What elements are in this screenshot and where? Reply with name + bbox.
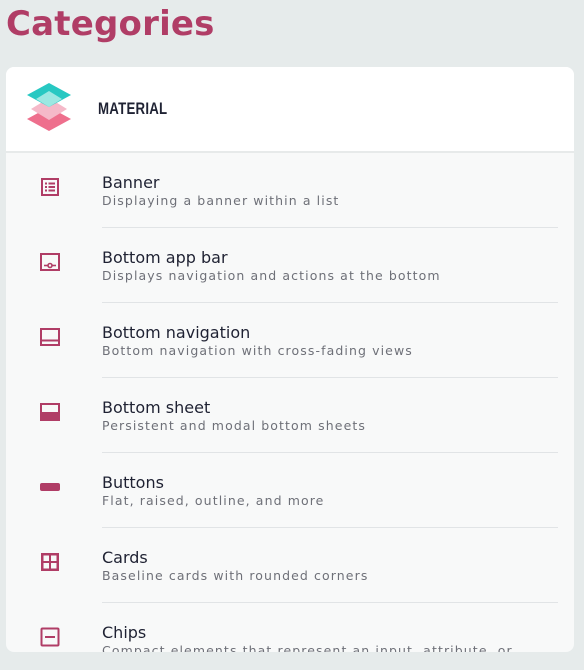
list-icon bbox=[41, 178, 59, 196]
page-title: Categories bbox=[6, 4, 215, 44]
list-item-chips[interactable]: Chips Compact elements that represent an… bbox=[6, 603, 574, 652]
item-title: Cards bbox=[102, 548, 148, 567]
item-description: Bottom navigation with cross-fading view… bbox=[102, 343, 413, 358]
category-header[interactable]: MATERIAL bbox=[6, 67, 574, 153]
component-list: Banner Displaying a banner within a list… bbox=[6, 153, 574, 652]
item-title: Bottom app bar bbox=[102, 248, 228, 267]
list-item-bottom-sheet[interactable]: Bottom sheet Persistent and modal bottom… bbox=[6, 378, 574, 453]
cards-icon bbox=[41, 553, 59, 571]
item-description: Compact elements that represent an input… bbox=[102, 643, 513, 652]
material-category-card: MATERIAL Banner Displaying a banner with… bbox=[6, 67, 574, 652]
button-icon bbox=[40, 483, 60, 491]
list-item-cards[interactable]: Cards Baseline cards with rounded corner… bbox=[6, 528, 574, 603]
material-layers-logo-icon bbox=[27, 83, 71, 131]
item-description: Baseline cards with rounded corners bbox=[102, 568, 369, 583]
item-title: Buttons bbox=[102, 473, 164, 492]
item-title: Banner bbox=[102, 173, 160, 192]
list-item-banner[interactable]: Banner Displaying a banner within a list bbox=[6, 153, 574, 228]
bottom-app-bar-icon bbox=[40, 253, 60, 271]
item-description: Persistent and modal bottom sheets bbox=[102, 418, 366, 433]
bottom-navigation-icon bbox=[40, 328, 60, 346]
list-item-bottom-navigation[interactable]: Bottom navigation Bottom navigation with… bbox=[6, 303, 574, 378]
item-description: Flat, raised, outline, and more bbox=[102, 493, 325, 508]
item-title: Bottom sheet bbox=[102, 398, 211, 417]
list-item-bottom-app-bar[interactable]: Bottom app bar Displays navigation and a… bbox=[6, 228, 574, 303]
bottom-sheet-icon bbox=[40, 403, 60, 421]
item-title: Chips bbox=[102, 623, 147, 642]
category-name: MATERIAL bbox=[98, 99, 168, 118]
chips-icon bbox=[40, 627, 60, 647]
item-description: Displaying a banner within a list bbox=[102, 193, 340, 208]
list-item-buttons[interactable]: Buttons Flat, raised, outline, and more bbox=[6, 453, 574, 528]
item-title: Bottom navigation bbox=[102, 323, 251, 342]
item-description: Displays navigation and actions at the b… bbox=[102, 268, 441, 283]
